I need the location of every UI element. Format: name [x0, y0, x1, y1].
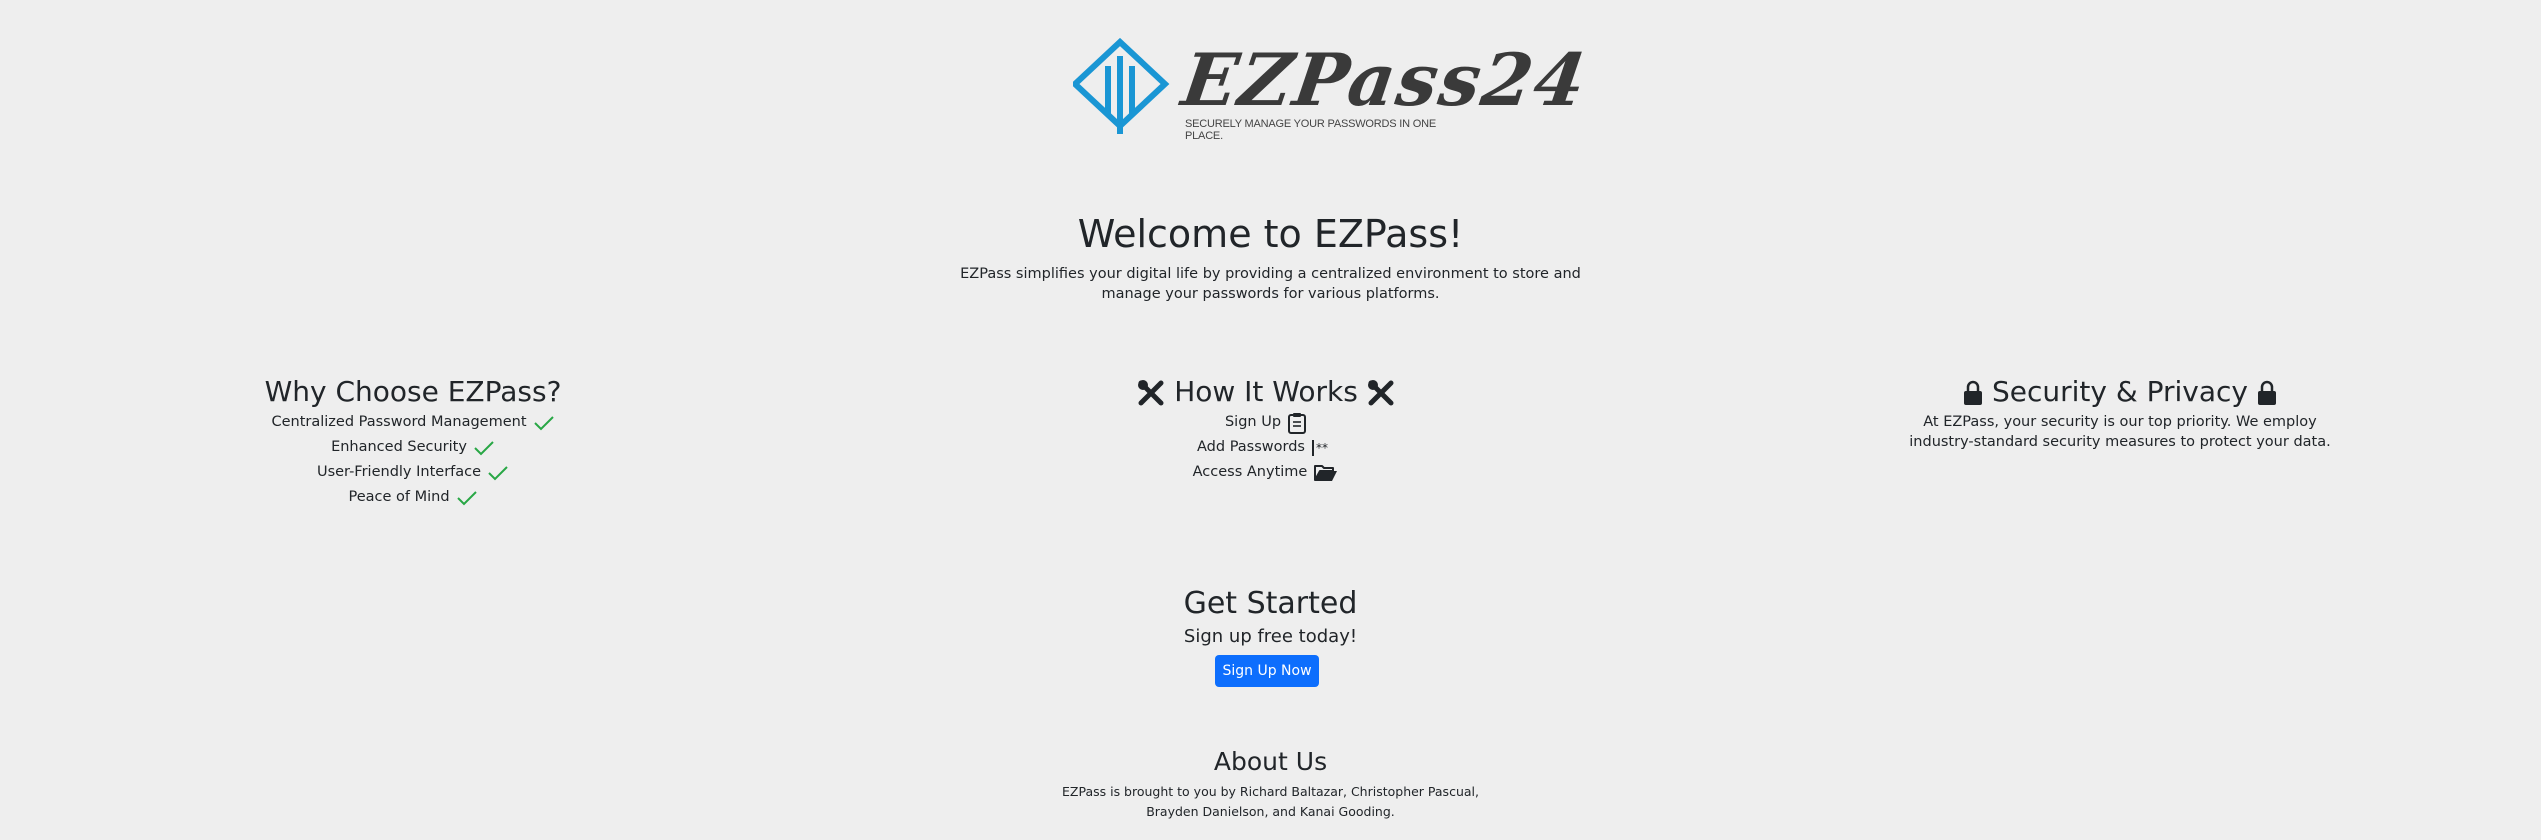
clipboard-icon	[1288, 412, 1307, 434]
logo-tagline: SECURELY MANAGE YOUR PASSWORDS IN ONE PL…	[1185, 118, 1436, 142]
feature-label: Peace of Mind	[348, 489, 450, 505]
lock-icon	[1964, 380, 1983, 405]
security-privacy-section: Security & Privacy At EZPass, your secur…	[1870, 374, 2370, 452]
about-us-title: About Us	[1213, 747, 1328, 776]
check-icon	[474, 440, 494, 455]
sign-up-now-button[interactable]: Sign Up Now	[1215, 655, 1319, 687]
security-text: At EZPass, your security is our top prio…	[1870, 412, 2370, 452]
step-label: Add Passwords	[1197, 439, 1305, 455]
why-choose-title: Why Choose EZPass?	[264, 375, 562, 408]
how-it-works-title: How It Works	[1066, 374, 1466, 410]
tools-icon	[1367, 380, 1394, 406]
feature-label: Enhanced Security	[331, 439, 467, 455]
check-icon	[533, 415, 554, 430]
logo-wordmark: EZPass24	[1177, 37, 1593, 122]
about-us-text: EZPass is brought to you by Richard Balt…	[0, 782, 2541, 822]
lock-icon	[2257, 380, 2276, 405]
feature-label: User-Friendly Interface	[316, 464, 482, 480]
list-item: Add Passwords **	[1066, 435, 1466, 460]
security-line: industry-standard security measures to p…	[1909, 434, 2331, 450]
how-it-works-section: How It Works Sign Up Add Passwords ** Ac…	[1066, 374, 1466, 485]
intro-line: manage your passwords for various platfo…	[1101, 286, 1440, 302]
list-item: User-Friendly Interface	[213, 460, 613, 485]
step-label: Access Anytime	[1192, 464, 1308, 480]
ezpass-logo: EZPass24 SECURELY MANAGE YOUR PASSWORDS …	[1073, 36, 1593, 142]
check-icon	[456, 490, 477, 505]
list-item: Centralized Password Management	[213, 410, 613, 435]
logo-diamond-icon	[1073, 37, 1170, 134]
why-choose-section: Why Choose EZPass? Centralized Password …	[213, 374, 613, 510]
list-item: Peace of Mind	[213, 485, 613, 510]
about-line: EZPass is brought to you by Richard Balt…	[1062, 784, 1479, 799]
intro-text: EZPass simplifies your digital life by p…	[0, 264, 2541, 304]
intro-line: EZPass simplifies your digital life by p…	[960, 266, 1581, 282]
security-title: Security & Privacy	[1870, 374, 2370, 410]
folder-open-icon	[1314, 464, 1338, 481]
get-started-subtitle: Sign up free today!	[1183, 626, 1358, 647]
check-icon	[488, 465, 508, 480]
password-icon: **	[1311, 439, 1328, 456]
list-item: Enhanced Security	[213, 435, 613, 460]
security-line: At EZPass, your security is our top prio…	[1923, 414, 2317, 430]
get-started-title: Get Started	[1183, 586, 1358, 621]
list-item: Sign Up	[1066, 410, 1466, 435]
step-label: Sign Up	[1224, 414, 1282, 430]
how-it-works-label: How It Works	[1174, 375, 1358, 408]
svg-text:**: **	[1316, 441, 1328, 455]
feature-label: Centralized Password Management	[271, 414, 527, 430]
about-line: Brayden Danielson, and Kanai Gooding.	[1146, 804, 1395, 819]
list-item: Access Anytime	[1066, 460, 1466, 485]
security-label: Security & Privacy	[1992, 375, 2248, 408]
tools-icon	[1138, 380, 1164, 406]
page-title: Welcome to EZPass!	[1077, 212, 1464, 256]
